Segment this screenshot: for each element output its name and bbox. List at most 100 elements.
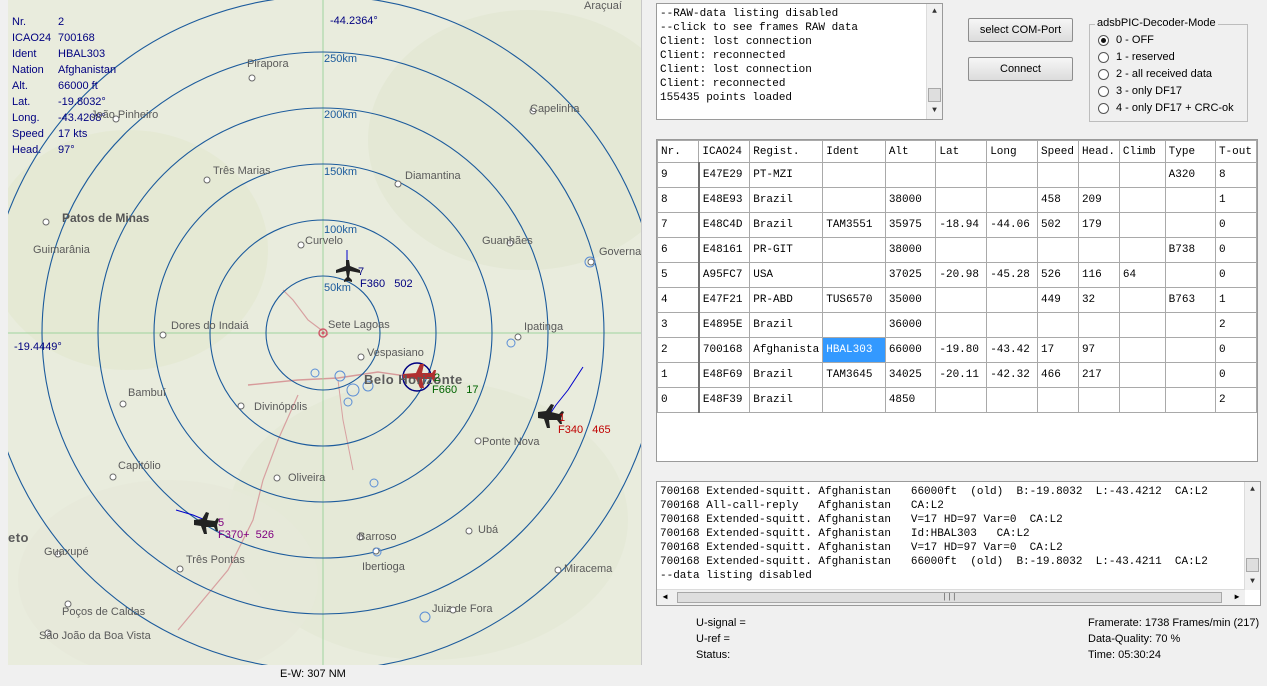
table-cell[interactable]: A95FC7 (698, 262, 751, 288)
aircraft-table-container[interactable]: Nr. ICAO24 Regist. Ident Alt Lat Long Speed Head… (656, 139, 1258, 462)
table-cell[interactable] (986, 237, 1038, 263)
table-cell[interactable]: 7 (657, 212, 700, 238)
table-cell[interactable]: 3 (657, 312, 700, 338)
table-cell[interactable] (1118, 287, 1166, 313)
table-cell[interactable] (935, 187, 988, 213)
table-cell[interactable] (1037, 312, 1079, 338)
table-cell[interactable] (986, 387, 1038, 413)
table-cell[interactable]: -45.28 (986, 262, 1038, 288)
table-cell[interactable]: 0 (657, 387, 700, 413)
scroll-up-icon[interactable]: ▲ (1245, 482, 1260, 498)
table-cell[interactable]: TAM3645 (822, 362, 886, 388)
table-cell[interactable]: E48C4D (698, 212, 751, 238)
aircraft-table[interactable]: Nr. ICAO24 Regist. Ident Alt Lat Long Speed Head… (657, 140, 1257, 413)
table-cell[interactable]: E48F39 (698, 387, 751, 413)
table-cell[interactable]: TAM3551 (822, 212, 886, 238)
table-cell[interactable] (822, 312, 886, 338)
table-row[interactable]: 9 E47E29 PT-MZI A320 8 (657, 162, 1257, 188)
table-cell[interactable]: 502 (1037, 212, 1079, 238)
table-cell[interactable] (1037, 237, 1079, 263)
table-cell[interactable]: 1 (1214, 287, 1257, 313)
table-row[interactable]: 7 E48C4D Brazil TAM3551 35975 -18.94 -44.06 502… (657, 212, 1257, 238)
log-line[interactable]: 700168 Extended-squitt. Afghanistan Id:H… (660, 527, 1243, 541)
table-cell[interactable]: 526 (1037, 262, 1079, 288)
table-row[interactable]: 3 E4895E Brazil 36000 2 (657, 312, 1257, 338)
scroll-thumb[interactable] (928, 88, 941, 102)
table-row[interactable]: 4 E47F21 PR-ABD TUS6570 35000 449 32 B763 1 (657, 287, 1257, 313)
raw-line[interactable]: Client: lost connection (660, 63, 927, 77)
table-cell[interactable] (1118, 387, 1166, 413)
table-cell[interactable]: PR-GIT (749, 237, 824, 263)
table-cell[interactable]: 2 (657, 337, 700, 363)
table-cell[interactable]: B738 (1164, 237, 1216, 263)
log-vscrollbar[interactable]: ▲ ▼ (1244, 482, 1260, 590)
table-cell[interactable] (1164, 362, 1216, 388)
log-line[interactable]: 700168 Extended-squitt. Afghanistan V=17… (660, 541, 1243, 555)
table-cell[interactable] (1077, 387, 1120, 413)
table-cell[interactable]: 0 (1214, 237, 1257, 263)
table-row[interactable]: 5 A95FC7 USA 37025 -20.98 -45.28 526 116 64 0 (657, 262, 1257, 288)
column-header[interactable]: Long (986, 140, 1038, 163)
table-cell[interactable]: 2 (1214, 387, 1257, 413)
raw-line[interactable]: --click to see frames RAW data (660, 21, 927, 35)
table-cell[interactable]: 0 (1214, 262, 1257, 288)
table-cell[interactable] (986, 287, 1038, 313)
table-cell[interactable]: 458 (1037, 187, 1079, 213)
table-cell[interactable]: 32 (1077, 287, 1120, 313)
table-cell[interactable] (1077, 312, 1120, 338)
table-cell[interactable] (935, 387, 988, 413)
table-cell[interactable]: E48F69 (698, 362, 751, 388)
table-cell[interactable]: 97 (1077, 337, 1120, 363)
log-line[interactable]: 700168 All-call-reply Afghanistan CA:L2 (660, 499, 1243, 513)
column-header[interactable]: Type (1164, 140, 1216, 163)
table-cell[interactable] (1118, 162, 1166, 188)
table-cell[interactable]: USA (749, 262, 824, 288)
table-cell[interactable]: 66000 (884, 337, 937, 363)
radio-icon[interactable] (1098, 85, 1109, 97)
table-cell[interactable]: HBAL303 (822, 337, 886, 363)
log-hscrollbar[interactable]: ◀ ||| ▶ (657, 589, 1245, 605)
column-header[interactable]: Nr. (657, 140, 700, 163)
table-cell[interactable]: 1 (657, 362, 700, 388)
column-header[interactable]: Speed (1037, 140, 1079, 163)
table-cell[interactable]: Afghanista (749, 337, 824, 363)
table-cell[interactable]: -20.11 (935, 362, 988, 388)
table-cell[interactable]: -20.98 (935, 262, 988, 288)
table-cell[interactable] (1118, 337, 1166, 363)
message-log[interactable]: 700168 Extended-squitt. Afghanistan 6600… (656, 481, 1261, 606)
radio-icon[interactable] (1098, 51, 1109, 63)
log-line[interactable]: 700168 Extended-squitt. Afghanistan V=17… (660, 513, 1243, 527)
table-cell[interactable] (1164, 312, 1216, 338)
mode-option-3[interactable]: 3 - only DF17 (1098, 85, 1182, 97)
column-header[interactable]: Head. (1077, 140, 1120, 163)
column-header[interactable]: Regist. (749, 140, 824, 163)
scroll-down-icon[interactable]: ▼ (1245, 574, 1260, 590)
table-cell[interactable]: 64 (1118, 262, 1166, 288)
scroll-right-icon[interactable]: ▶ (1229, 590, 1245, 606)
table-cell[interactable]: B763 (1164, 287, 1216, 313)
table-cell[interactable]: Brazil (749, 212, 824, 238)
scroll-up-icon[interactable]: ▲ (927, 4, 942, 20)
table-cell[interactable] (935, 312, 988, 338)
table-cell[interactable]: 35000 (884, 287, 937, 313)
table-row[interactable]: 0 E48F39 Brazil 4850 2 (657, 387, 1257, 413)
table-row[interactable]: 8 E48E93 Brazil 38000 458 209 1 (657, 187, 1257, 213)
table-cell[interactable]: E48E93 (698, 187, 751, 213)
column-header[interactable]: ICAO24 (698, 140, 751, 163)
mode-option-0[interactable]: 0 - OFF (1098, 34, 1154, 46)
table-cell[interactable]: PR-ABD (749, 287, 824, 313)
hscroll-thumb[interactable]: ||| (677, 592, 1222, 603)
table-cell[interactable]: A320 (1164, 162, 1216, 188)
table-cell[interactable]: -19.80 (935, 337, 988, 363)
column-header[interactable]: T-out (1214, 140, 1257, 163)
table-cell[interactable]: 449 (1037, 287, 1079, 313)
table-cell[interactable]: 700168 (698, 337, 751, 363)
table-cell[interactable] (1164, 212, 1216, 238)
table-cell[interactable] (822, 187, 886, 213)
table-cell[interactable]: 17 (1037, 337, 1079, 363)
table-cell[interactable]: 1 (1214, 187, 1257, 213)
table-cell[interactable] (1118, 237, 1166, 263)
table-cell[interactable]: 36000 (884, 312, 937, 338)
raw-line[interactable]: Client: reconnected (660, 49, 927, 63)
table-cell[interactable] (822, 387, 886, 413)
